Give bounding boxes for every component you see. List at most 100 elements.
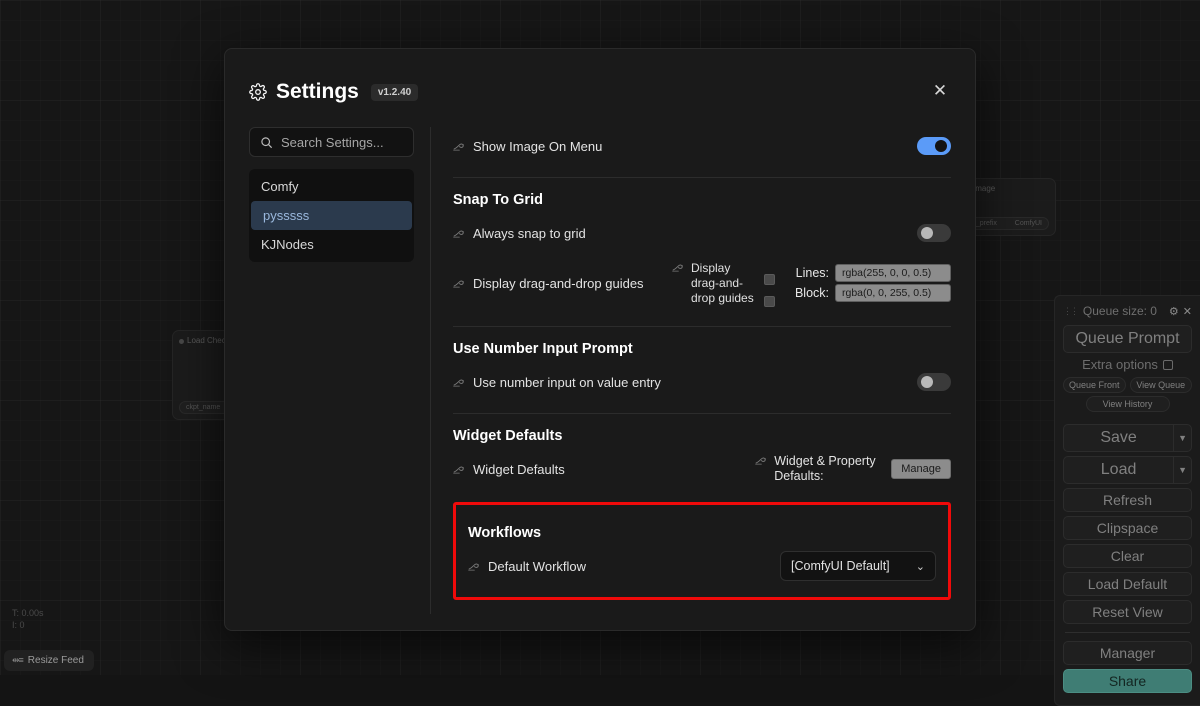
dialog-body: Comfy pysssss KJNodes Show Image On Menu [225, 105, 975, 630]
close-icon[interactable]: ✕ [1183, 305, 1192, 318]
perf-iterations: I: 0 [12, 619, 44, 631]
dialog-header: Settings v1.2.40 ✕ [225, 49, 975, 105]
drag-guides-sublabel: Display drag-and-drop guides [691, 261, 756, 306]
load-button[interactable]: Load [1063, 456, 1173, 484]
settings-content: Show Image On Menu Snap To Grid [431, 127, 951, 614]
search-icon [260, 136, 273, 149]
search-box[interactable] [249, 127, 414, 157]
number-input-toggle[interactable] [917, 373, 951, 391]
setting-control [917, 373, 951, 391]
queue-front-button[interactable]: Queue Front [1063, 377, 1126, 393]
pysssss-snake-icon [453, 140, 467, 152]
section-divider [453, 177, 951, 178]
pysssss-snake-icon [453, 227, 467, 239]
widget-defaults-controls: Widget & Property Defaults: Manage [755, 454, 951, 484]
section-title-widget-defaults: Widget Defaults [453, 428, 951, 444]
setting-control [917, 137, 951, 155]
chevron-down-icon: ⌄ [916, 560, 925, 573]
menu-divider [1065, 632, 1190, 633]
section-divider [453, 326, 951, 327]
toggle-knob [935, 140, 947, 152]
gear-icon[interactable]: ⚙ [1169, 305, 1179, 318]
show-image-on-menu-toggle[interactable] [917, 137, 951, 155]
view-history-button[interactable]: View History [1086, 396, 1170, 412]
lines-enabled-checkbox[interactable] [764, 274, 775, 285]
setting-show-image-on-menu: Show Image On Menu [453, 127, 951, 165]
save-button[interactable]: Save [1063, 424, 1173, 452]
node-collapse-dot [179, 339, 184, 344]
widget-defaults-sublabel: Widget & Property Defaults: [774, 454, 881, 484]
resize-feed-button[interactable]: ⇹≡ Resize Feed [4, 650, 94, 671]
manage-button[interactable]: Manage [891, 459, 951, 479]
lines-color-input[interactable] [835, 264, 951, 282]
save-dropdown-icon[interactable]: ▼ [1173, 424, 1192, 452]
setting-label-wrap: Always snap to grid [453, 226, 907, 241]
clipspace-button[interactable]: Clipspace [1063, 516, 1192, 540]
block-color-input[interactable] [835, 284, 951, 302]
default-workflow-value: [ComfyUI Default] [791, 559, 890, 573]
queue-actions-row: Queue Front View Queue [1063, 377, 1192, 396]
extra-options-checkbox[interactable] [1163, 360, 1173, 370]
version-badge: v1.2.40 [371, 84, 418, 101]
setting-display-drag-drop-guides: Display drag-and-drop guides Display dra… [453, 252, 951, 314]
always-snap-toggle[interactable] [917, 224, 951, 242]
setting-label-wrap: Display drag-and-drop guides [453, 276, 662, 291]
resize-feed-label: Resize Feed [28, 655, 84, 666]
node-widget-label: ckpt_name [186, 404, 220, 411]
load-split-button[interactable]: Load ▼ [1063, 456, 1192, 484]
clear-button[interactable]: Clear [1063, 544, 1192, 568]
save-split-button[interactable]: Save ▼ [1063, 424, 1192, 452]
extra-options-row[interactable]: Extra options [1063, 357, 1192, 372]
setting-label: Always snap to grid [473, 226, 586, 241]
block-enabled-checkbox[interactable] [764, 296, 775, 307]
queue-size-label: Queue size: 0 [1075, 304, 1165, 318]
queue-prompt-button[interactable]: Queue Prompt [1063, 325, 1192, 353]
drag-handle-icon[interactable]: ⋮⋮ [1063, 306, 1071, 317]
drag-guides-controls: Display drag-and-drop guides Lines: Bloc… [672, 260, 951, 307]
drag-guides-sublabel-wrap: Display drag-and-drop guides [672, 261, 756, 306]
setting-label: Display drag-and-drop guides [473, 276, 644, 291]
toggle-knob [921, 376, 933, 388]
sidebar-item-comfy[interactable]: Comfy [249, 172, 414, 201]
setting-label: Default Workflow [488, 559, 586, 574]
setting-label-wrap: Use number input on value entry [453, 375, 907, 390]
workflows-section-highlight: Workflows Default Workflow [ComfyUI Defa… [453, 502, 951, 600]
widget-defaults-sublabel-wrap: Widget & Property Defaults: [755, 454, 881, 484]
pysssss-snake-icon [453, 376, 467, 388]
share-button[interactable]: Share [1063, 669, 1192, 693]
pysssss-snake-icon [453, 277, 467, 289]
default-workflow-select[interactable]: [ComfyUI Default] ⌄ [780, 551, 936, 581]
resize-icon: ⇹≡ [12, 655, 23, 666]
drag-guides-checkbox-column [764, 260, 775, 307]
comfyui-menu-panel[interactable]: ⋮⋮ Queue size: 0 ⚙ ✕ Queue Prompt Extra … [1054, 295, 1200, 706]
toggle-knob [921, 227, 933, 239]
extra-options-label: Extra options [1082, 357, 1158, 372]
setting-widget-defaults: Widget Defaults Widget & Property Defaul… [453, 450, 951, 488]
setting-label-wrap: Default Workflow [468, 559, 770, 574]
load-default-button[interactable]: Load Default [1063, 572, 1192, 596]
pysssss-snake-icon [453, 463, 467, 475]
section-divider [453, 413, 951, 414]
view-queue-button[interactable]: View Queue [1130, 377, 1193, 393]
setting-label: Widget Defaults [473, 462, 565, 477]
setting-always-snap-to-grid: Always snap to grid [453, 214, 951, 252]
sidebar-item-pysssss[interactable]: pysssss [251, 201, 412, 230]
load-dropdown-icon[interactable]: ▼ [1173, 456, 1192, 484]
lines-label: Lines: [783, 266, 829, 280]
close-icon[interactable]: ✕ [927, 79, 953, 105]
gear-icon [249, 83, 267, 101]
perf-time: T: 0.00s [12, 607, 44, 619]
lines-color-row: Lines: [783, 264, 951, 282]
manager-button[interactable]: Manager [1063, 641, 1192, 665]
settings-dialog: Settings v1.2.40 ✕ Comfy pysssss KJNodes [224, 48, 976, 631]
section-title-workflows: Workflows [468, 525, 936, 541]
node-widget[interactable]: e_prefix ComfyUI [965, 217, 1049, 230]
setting-control: [ComfyUI Default] ⌄ [780, 551, 936, 581]
sidebar-item-kjnodes[interactable]: KJNodes [249, 230, 414, 259]
refresh-button[interactable]: Refresh [1063, 488, 1192, 512]
reset-view-button[interactable]: Reset View [1063, 600, 1192, 624]
section-title-snap-to-grid: Snap To Grid [453, 192, 951, 208]
setting-default-workflow: Default Workflow [ComfyUI Default] ⌄ [468, 547, 936, 585]
setting-label: Show Image On Menu [473, 139, 602, 154]
pysssss-snake-icon [755, 454, 769, 466]
